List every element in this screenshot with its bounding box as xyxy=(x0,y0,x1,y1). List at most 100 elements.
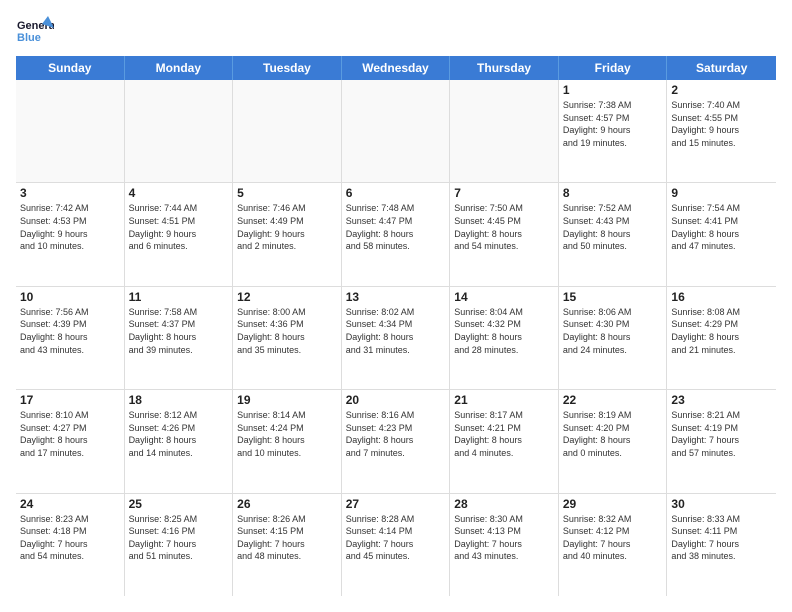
day-number: 10 xyxy=(20,290,120,304)
day-number: 1 xyxy=(563,83,663,97)
calendar-day-5: 5 Sunrise: 7:46 AM Sunset: 4:49 PM Daylig… xyxy=(233,183,342,285)
day-info: Sunrise: 8:21 AM Sunset: 4:19 PM Dayligh… xyxy=(671,409,772,459)
day-number: 30 xyxy=(671,497,772,511)
calendar-week-5: 24 Sunrise: 8:23 AM Sunset: 4:18 PM Dayli… xyxy=(16,494,776,596)
day-number: 2 xyxy=(671,83,772,97)
day-number: 21 xyxy=(454,393,554,407)
calendar-day-7: 7 Sunrise: 7:50 AM Sunset: 4:45 PM Daylig… xyxy=(450,183,559,285)
day-number: 18 xyxy=(129,393,229,407)
day-info: Sunrise: 7:40 AM Sunset: 4:55 PM Dayligh… xyxy=(671,99,772,149)
day-number: 7 xyxy=(454,186,554,200)
calendar-week-3: 10 Sunrise: 7:56 AM Sunset: 4:39 PM Dayli… xyxy=(16,287,776,390)
calendar: SundayMondayTuesdayWednesdayThursdayFrid… xyxy=(16,56,776,596)
calendar-week-4: 17Sunrise: 8:10 AM Sunset: 4:27 PM Dayli… xyxy=(16,390,776,493)
day-info: Sunrise: 7:54 AM Sunset: 4:41 PM Dayligh… xyxy=(671,202,772,252)
header-day-thursday: Thursday xyxy=(450,56,559,80)
day-info: Sunrise: 8:12 AM Sunset: 4:26 PM Dayligh… xyxy=(129,409,229,459)
calendar-day-24: 24 Sunrise: 8:23 AM Sunset: 4:18 PM Dayli… xyxy=(16,494,125,596)
day-info: Sunrise: 8:02 AM Sunset: 4:34 PM Dayligh… xyxy=(346,306,446,356)
day-info: Sunrise: 8:23 AM Sunset: 4:18 PM Dayligh… xyxy=(20,513,120,563)
day-number: 15 xyxy=(563,290,663,304)
calendar-day-30: 30 Sunrise: 8:33 AM Sunset: 4:11 PM Dayli… xyxy=(667,494,776,596)
calendar-day-22: 22Sunrise: 8:19 AM Sunset: 4:20 PM Dayli… xyxy=(559,390,668,492)
calendar-day-18: 18 Sunrise: 8:12 AM Sunset: 4:26 PM Dayli… xyxy=(125,390,234,492)
calendar-body: 1 Sunrise: 7:38 AM Sunset: 4:57 PM Daylig… xyxy=(16,80,776,596)
day-info: Sunrise: 7:52 AM Sunset: 4:43 PM Dayligh… xyxy=(563,202,663,252)
header-day-friday: Friday xyxy=(559,56,668,80)
day-number: 9 xyxy=(671,186,772,200)
calendar-header: SundayMondayTuesdayWednesdayThursdayFrid… xyxy=(16,56,776,80)
day-info: Sunrise: 8:10 AM Sunset: 4:27 PM Dayligh… xyxy=(20,409,120,459)
day-info: Sunrise: 8:32 AM Sunset: 4:12 PM Dayligh… xyxy=(563,513,663,563)
calendar-day-15: 15 Sunrise: 8:06 AM Sunset: 4:30 PM Dayli… xyxy=(559,287,668,389)
day-info: Sunrise: 8:30 AM Sunset: 4:13 PM Dayligh… xyxy=(454,513,554,563)
calendar-day-12: 12 Sunrise: 8:00 AM Sunset: 4:36 PM Dayli… xyxy=(233,287,342,389)
day-info: Sunrise: 8:16 AM Sunset: 4:23 PM Dayligh… xyxy=(346,409,446,459)
day-info: Sunrise: 7:48 AM Sunset: 4:47 PM Dayligh… xyxy=(346,202,446,252)
header-day-saturday: Saturday xyxy=(667,56,776,80)
day-number: 4 xyxy=(129,186,229,200)
day-info: Sunrise: 8:33 AM Sunset: 4:11 PM Dayligh… xyxy=(671,513,772,563)
header-day-sunday: Sunday xyxy=(16,56,125,80)
calendar-day-1: 1 Sunrise: 7:38 AM Sunset: 4:57 PM Daylig… xyxy=(559,80,668,182)
calendar-day-26: 26 Sunrise: 8:26 AM Sunset: 4:15 PM Dayli… xyxy=(233,494,342,596)
calendar-week-2: 3 Sunrise: 7:42 AM Sunset: 4:53 PM Daylig… xyxy=(16,183,776,286)
calendar-day-14: 14 Sunrise: 8:04 AM Sunset: 4:32 PM Dayli… xyxy=(450,287,559,389)
calendar-empty xyxy=(450,80,559,182)
header: General Blue xyxy=(16,16,776,46)
calendar-empty xyxy=(342,80,451,182)
calendar-empty xyxy=(233,80,342,182)
day-info: Sunrise: 8:28 AM Sunset: 4:14 PM Dayligh… xyxy=(346,513,446,563)
day-info: Sunrise: 8:06 AM Sunset: 4:30 PM Dayligh… xyxy=(563,306,663,356)
day-number: 19 xyxy=(237,393,337,407)
day-info: Sunrise: 8:26 AM Sunset: 4:15 PM Dayligh… xyxy=(237,513,337,563)
day-info: Sunrise: 8:25 AM Sunset: 4:16 PM Dayligh… xyxy=(129,513,229,563)
calendar-day-16: 16Sunrise: 8:08 AM Sunset: 4:29 PM Dayli… xyxy=(667,287,776,389)
header-day-wednesday: Wednesday xyxy=(342,56,451,80)
day-info: Sunrise: 7:44 AM Sunset: 4:51 PM Dayligh… xyxy=(129,202,229,252)
day-number: 3 xyxy=(20,186,120,200)
page: General Blue SundayMondayTuesdayWednesda… xyxy=(0,0,792,612)
logo-svg: General Blue xyxy=(16,16,54,46)
calendar-day-9: 9 Sunrise: 7:54 AM Sunset: 4:41 PM Daylig… xyxy=(667,183,776,285)
day-info: Sunrise: 7:42 AM Sunset: 4:53 PM Dayligh… xyxy=(20,202,120,252)
day-number: 6 xyxy=(346,186,446,200)
day-number: 22 xyxy=(563,393,663,407)
calendar-day-27: 27Sunrise: 8:28 AM Sunset: 4:14 PM Dayli… xyxy=(342,494,451,596)
header-day-tuesday: Tuesday xyxy=(233,56,342,80)
logo: General Blue xyxy=(16,16,54,46)
day-number: 16 xyxy=(671,290,772,304)
day-number: 20 xyxy=(346,393,446,407)
day-number: 25 xyxy=(129,497,229,511)
calendar-day-23: 23 Sunrise: 8:21 AM Sunset: 4:19 PM Dayli… xyxy=(667,390,776,492)
calendar-day-19: 19 Sunrise: 8:14 AM Sunset: 4:24 PM Dayli… xyxy=(233,390,342,492)
day-info: Sunrise: 7:46 AM Sunset: 4:49 PM Dayligh… xyxy=(237,202,337,252)
day-number: 28 xyxy=(454,497,554,511)
calendar-day-3: 3 Sunrise: 7:42 AM Sunset: 4:53 PM Daylig… xyxy=(16,183,125,285)
day-number: 12 xyxy=(237,290,337,304)
day-info: Sunrise: 8:04 AM Sunset: 4:32 PM Dayligh… xyxy=(454,306,554,356)
day-number: 24 xyxy=(20,497,120,511)
day-number: 23 xyxy=(671,393,772,407)
calendar-day-11: 11 Sunrise: 7:58 AM Sunset: 4:37 PM Dayli… xyxy=(125,287,234,389)
calendar-day-13: 13Sunrise: 8:02 AM Sunset: 4:34 PM Dayli… xyxy=(342,287,451,389)
day-number: 26 xyxy=(237,497,337,511)
calendar-empty xyxy=(16,80,125,182)
day-number: 11 xyxy=(129,290,229,304)
calendar-day-4: 4 Sunrise: 7:44 AM Sunset: 4:51 PM Daylig… xyxy=(125,183,234,285)
calendar-week-1: 1 Sunrise: 7:38 AM Sunset: 4:57 PM Daylig… xyxy=(16,80,776,183)
day-info: Sunrise: 7:58 AM Sunset: 4:37 PM Dayligh… xyxy=(129,306,229,356)
calendar-day-21: 21 Sunrise: 8:17 AM Sunset: 4:21 PM Dayli… xyxy=(450,390,559,492)
day-info: Sunrise: 8:14 AM Sunset: 4:24 PM Dayligh… xyxy=(237,409,337,459)
calendar-day-25: 25 Sunrise: 8:25 AM Sunset: 4:16 PM Dayli… xyxy=(125,494,234,596)
day-info: Sunrise: 8:17 AM Sunset: 4:21 PM Dayligh… xyxy=(454,409,554,459)
day-number: 14 xyxy=(454,290,554,304)
header-day-monday: Monday xyxy=(125,56,234,80)
day-number: 29 xyxy=(563,497,663,511)
day-info: Sunrise: 8:00 AM Sunset: 4:36 PM Dayligh… xyxy=(237,306,337,356)
calendar-day-2: 2 Sunrise: 7:40 AM Sunset: 4:55 PM Daylig… xyxy=(667,80,776,182)
day-info: Sunrise: 7:38 AM Sunset: 4:57 PM Dayligh… xyxy=(563,99,663,149)
day-info: Sunrise: 7:50 AM Sunset: 4:45 PM Dayligh… xyxy=(454,202,554,252)
day-info: Sunrise: 7:56 AM Sunset: 4:39 PM Dayligh… xyxy=(20,306,120,356)
day-number: 5 xyxy=(237,186,337,200)
